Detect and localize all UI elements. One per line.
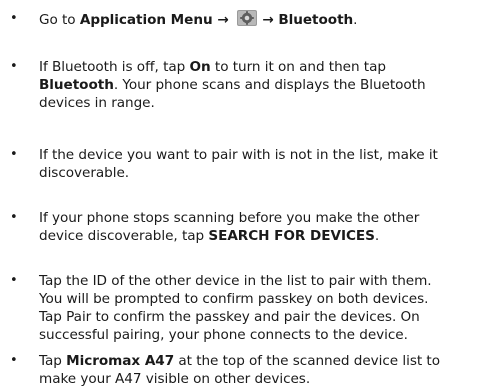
step-text: Go to Application Menu → → Bluetooth. [39, 10, 499, 29]
text-line: devices in range. [39, 94, 499, 112]
text-run: to turn it on and then tap [210, 59, 386, 75]
text-line: Go to Application Menu → → Bluetooth. [39, 10, 499, 29]
text-line: You will be prompted to confirm passkey … [39, 290, 499, 308]
bold-term: On [189, 59, 211, 75]
text-run: If your phone stops scanning before you … [39, 210, 420, 226]
text-line: make your A47 visible on other devices. [39, 370, 499, 388]
text-line: discoverable. [39, 164, 499, 182]
text-run: You will be prompted to confirm passkey … [39, 291, 429, 307]
text-line: device discoverable, tap SEARCH FOR DEVI… [39, 227, 499, 245]
instruction-page: • Go to Application Menu → → Bluetooth. • I… [0, 0, 503, 387]
text-line: Tap Micromax A47 at the top of the scann… [39, 352, 499, 370]
bold-term: Micromax A47 [66, 353, 175, 369]
text-run: Tap [39, 353, 67, 369]
text-run: successful pairing, your phone connects … [39, 327, 408, 343]
step-text: If the device you want to pair with is n… [39, 146, 499, 182]
text-run: . [353, 12, 358, 28]
bold-term: SEARCH FOR DEVICES [208, 228, 375, 244]
step-text: Tap the ID of the other device in the li… [39, 272, 499, 344]
bold-term: Bluetooth [39, 77, 114, 93]
text-run: Go to [39, 12, 80, 28]
bullet-dot: • [10, 353, 18, 368]
text-line: successful pairing, your phone connects … [39, 326, 499, 344]
text-line: Tap the ID of the other device in the li… [39, 272, 499, 290]
bullet-dot: • [10, 210, 18, 225]
settings-gear-icon [237, 10, 258, 26]
text-line: Tap Pair to confirm the passkey and pair… [39, 308, 499, 326]
step-text: If your phone stops scanning before you … [39, 209, 499, 245]
text-run: Tap the ID of the other device in the li… [39, 273, 432, 289]
text-run: make your A47 visible on other devices. [39, 371, 311, 387]
text-line: If Bluetooth is off, tap On to turn it o… [39, 58, 499, 76]
bullet-dot: • [10, 11, 18, 26]
text-run: . [374, 228, 380, 244]
text-line: If the device you want to pair with is n… [39, 146, 499, 164]
text-line: If your phone stops scanning before you … [39, 209, 499, 227]
bold-term: → Bluetooth [262, 12, 354, 28]
text-run: at the top of the scanned device list to [174, 353, 440, 369]
text-run: device discoverable, tap [39, 228, 209, 244]
text-run: If the device you want to pair with is n… [39, 147, 438, 163]
text-run: . Your phone scans and displays the Blue… [113, 77, 426, 93]
bullet-dot: • [10, 147, 18, 162]
step-text: If Bluetooth is off, tap On to turn it o… [39, 58, 499, 112]
step-text: Tap Micromax A47 at the top of the scann… [39, 352, 499, 388]
bullet-dot: • [10, 273, 18, 288]
text-run: devices in range. [39, 95, 155, 111]
bullet-dot: • [10, 59, 18, 74]
text-run: Tap Pair to confirm the passkey and pair… [39, 309, 420, 325]
text-line: Bluetooth. Your phone scans and displays… [39, 76, 499, 94]
text-run: If Bluetooth is off, tap [39, 59, 190, 75]
text-run: discoverable. [39, 165, 130, 181]
bold-term: Application Menu → [79, 12, 234, 28]
